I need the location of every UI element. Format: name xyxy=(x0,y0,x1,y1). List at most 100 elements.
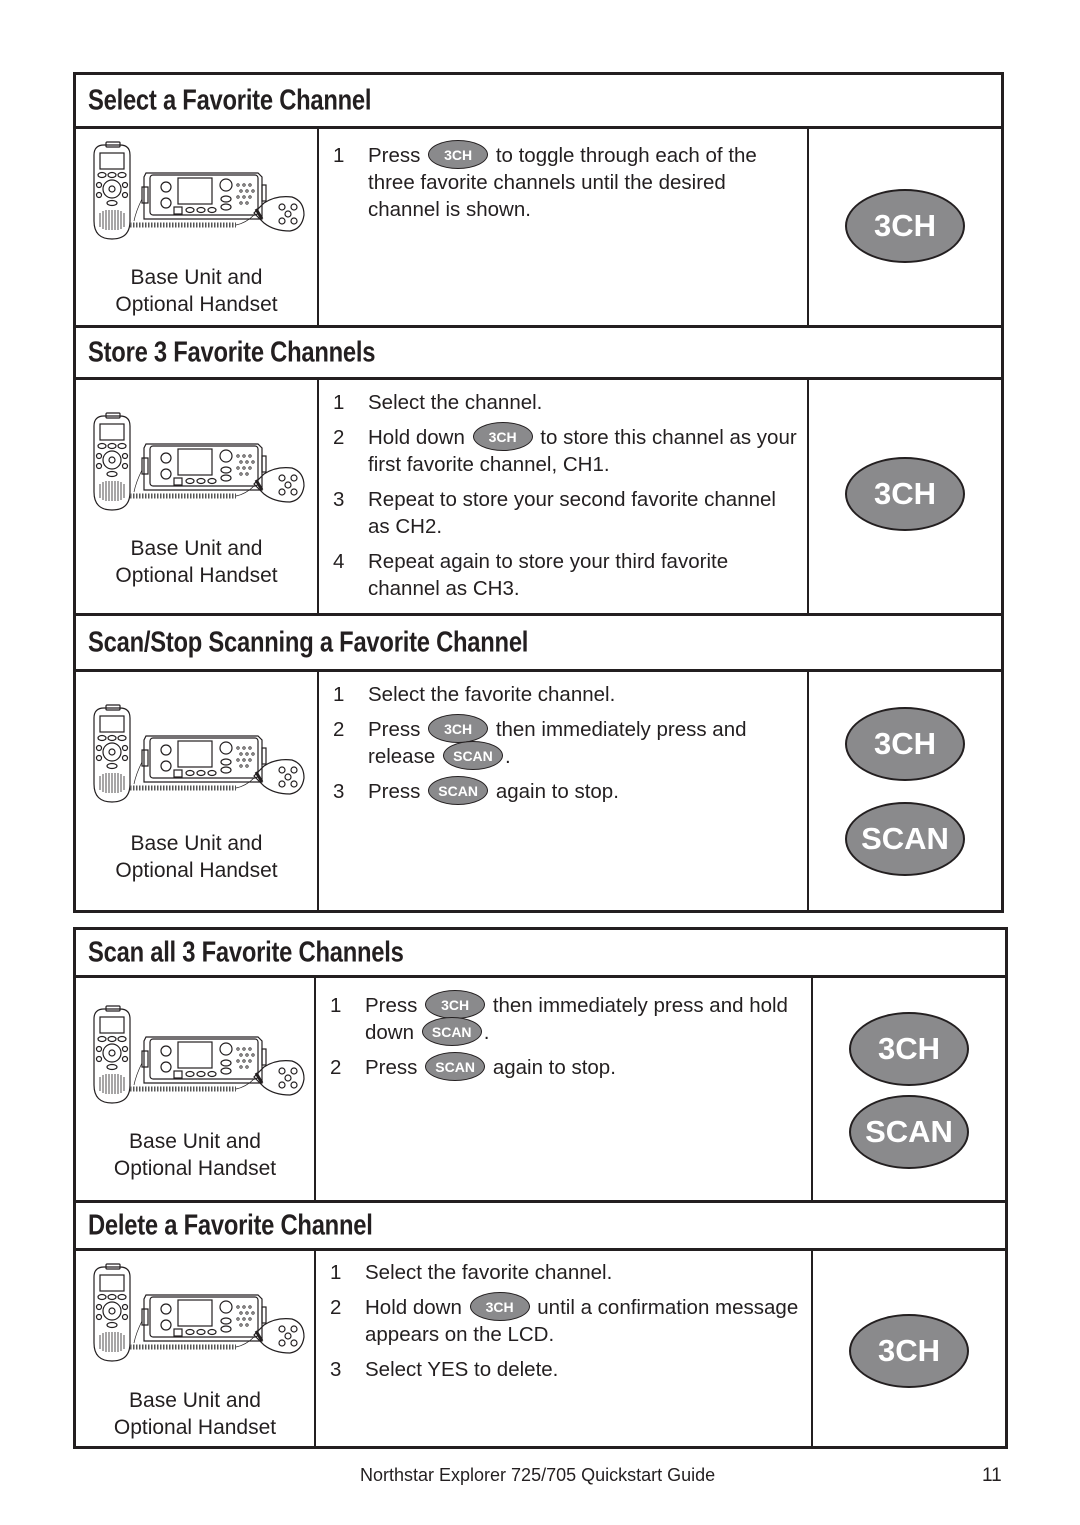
step-text: Select YES to delete. xyxy=(365,1358,559,1382)
base-unit-and-handset-illustration xyxy=(93,141,305,240)
step-number: 2 xyxy=(333,426,345,449)
3ch-button-icon: 3CH xyxy=(469,1292,530,1322)
step-item: 1 Select the favorite channel. xyxy=(330,1259,803,1286)
section-row: Base Unit and Optional Handset 1 Select t… xyxy=(76,672,1001,910)
step-text: again to stop. xyxy=(492,1056,616,1080)
step-number: 3 xyxy=(330,1358,342,1382)
base-unit-and-handset-illustration xyxy=(93,1005,305,1104)
step-text: Press xyxy=(368,780,421,804)
base-unit-icon xyxy=(141,1036,267,1084)
caption-line-2: Optional Handset xyxy=(115,293,278,316)
step-text: Repeat to store your second favorite cha… xyxy=(368,488,776,539)
step-number: 1 xyxy=(333,683,345,706)
step-text: again to stop. xyxy=(495,780,619,804)
illustration-cell: Base Unit and Optional Handset xyxy=(76,672,319,910)
steps-list: 1 Press 3CH then immediately press and ho… xyxy=(330,990,803,1089)
illustration-caption: Base Unit and Optional Handset xyxy=(76,1387,314,1441)
illustration-caption: Base Unit and Optional Handset xyxy=(76,535,317,589)
step-text: Press xyxy=(365,994,418,1017)
steps-list: 1 Press 3CH to toggle through each of the… xyxy=(333,140,799,231)
base-unit-and-handset-illustration xyxy=(93,1263,305,1362)
handset-icon xyxy=(93,141,131,240)
step-item: 1 Select the favorite channel. xyxy=(333,681,799,708)
steps-list: 1 Select the favorite channel. 2 Hold down … xyxy=(330,1259,803,1391)
step-item: 3 Select YES to delete. xyxy=(330,1356,803,1383)
step-text: Select the favorite channel. xyxy=(368,683,616,706)
step-text: Press xyxy=(365,1056,418,1080)
step-item: 2 Hold down 3CH to store this channel as … xyxy=(333,422,799,478)
illustration-cell: Base Unit and Optional Handset xyxy=(76,129,319,325)
step-number: 1 xyxy=(330,994,342,1017)
illustration-caption: Base Unit and Optional Handset xyxy=(76,264,317,318)
footer-page-number: 11 xyxy=(982,1465,1002,1486)
step-number: 1 xyxy=(330,1261,342,1284)
step-item: 3 Repeat to store your second favorite ch… xyxy=(333,486,799,540)
scan-button-illustration: SCAN xyxy=(849,1095,969,1169)
step-item: 1 Press 3CH then immediately press and ho… xyxy=(330,990,803,1047)
steps-cell: 1 Press 3CH to toggle through each of the… xyxy=(319,129,809,325)
base-unit-icon xyxy=(141,172,267,220)
section-header: Store 3 Favorite Channels xyxy=(76,328,1001,380)
step-number: 1 xyxy=(333,391,345,414)
steps-cell: 1 Select the favorite channel. 2 Hold down … xyxy=(316,1251,813,1446)
caption-line-1: Base Unit and xyxy=(130,537,263,560)
step-number: 2 xyxy=(330,1056,342,1080)
base-unit-and-handset-illustration xyxy=(93,412,305,511)
step-item: 3 Press SCAN again to stop. xyxy=(333,776,799,806)
3ch-button-illustration: 3CH xyxy=(845,457,965,531)
step-number: 3 xyxy=(333,780,345,804)
3ch-button-icon: 3CH xyxy=(428,140,489,170)
step-text: Repeat again to store your third favorit… xyxy=(368,550,729,601)
step-item: 2 Press 3CH then immediately press and re… xyxy=(333,714,799,771)
favorite-channel-table-2: Scan all 3 Favorite Channels Base Unit a… xyxy=(73,927,1008,1449)
section-row: Base Unit and Optional Handset 1 Select t… xyxy=(76,380,1001,616)
favorite-channel-table-1: Select a Favorite Channel Base Unit and … xyxy=(73,72,1004,913)
step-item: 2 Hold down 3CH until a confirmation mess… xyxy=(330,1292,803,1348)
3ch-button-illustration: 3CH xyxy=(845,707,965,781)
section-row: Base Unit and Optional Handset 1 Press 3C… xyxy=(76,129,1001,328)
3ch-button-illustration: 3CH xyxy=(849,1314,969,1388)
buttons-cell: 3CH SCAN xyxy=(809,672,1001,910)
section-header: Scan all 3 Favorite Channels xyxy=(76,930,1005,978)
step-item: 4 Repeat again to store your third favori… xyxy=(333,548,799,602)
illustration-cell: Base Unit and Optional Handset xyxy=(76,380,319,613)
caption-line-2: Optional Handset xyxy=(113,1157,277,1180)
section-header: Select a Favorite Channel xyxy=(76,75,1001,129)
caption-line-2: Optional Handset xyxy=(115,564,278,587)
section-title: Store 3 Favorite Channels xyxy=(88,336,376,368)
scan-button-icon: SCAN xyxy=(428,776,489,806)
step-text: Hold down xyxy=(368,426,465,449)
3ch-button-illustration: 3CH xyxy=(845,189,965,263)
buttons-cell: 3CH xyxy=(809,380,1001,613)
step-number: 4 xyxy=(333,550,345,574)
section-title: Select a Favorite Channel xyxy=(88,84,372,116)
footer-document-title: Northstar Explorer 725/705 Quickstart Gu… xyxy=(360,1465,716,1485)
step-text: Press xyxy=(368,144,421,167)
step-text: Hold down xyxy=(365,1296,462,1319)
illustration-caption: Base Unit and Optional Handset xyxy=(76,1128,314,1182)
step-number: 1 xyxy=(333,144,345,167)
step-item: 1 Select the channel. xyxy=(333,389,799,416)
caption-line-1: Base Unit and xyxy=(130,832,263,855)
handset-icon xyxy=(93,1005,131,1104)
3ch-button-icon: 3CH xyxy=(472,422,533,452)
handset-icon xyxy=(93,704,131,803)
scan-button-icon: SCAN xyxy=(425,1052,486,1082)
section-header: Delete a Favorite Channel xyxy=(76,1203,1005,1251)
buttons-cell: 3CH xyxy=(809,129,1001,325)
steps-cell: 1 Press 3CH then immediately press and ho… xyxy=(316,978,813,1200)
handset-icon xyxy=(93,412,131,511)
steps-cell: 1 Select the favorite channel. 2 Press 3CH … xyxy=(319,672,809,910)
3ch-button-illustration: 3CH xyxy=(849,1012,969,1086)
handset-icon xyxy=(93,1263,131,1362)
step-text: to toggle through each of the three favo… xyxy=(368,144,757,222)
section-row: Base Unit and Optional Handset 1 Select t… xyxy=(76,1251,1005,1446)
scan-button-icon: SCAN xyxy=(442,741,503,771)
step-number: 3 xyxy=(333,488,345,512)
base-unit-icon xyxy=(141,735,267,783)
caption-line-2: Optional Handset xyxy=(115,859,278,882)
3ch-button-icon: 3CH xyxy=(428,714,489,744)
scan-button-illustration: SCAN xyxy=(845,802,965,876)
step-text: . xyxy=(483,1021,490,1045)
step-number: 2 xyxy=(333,718,345,741)
